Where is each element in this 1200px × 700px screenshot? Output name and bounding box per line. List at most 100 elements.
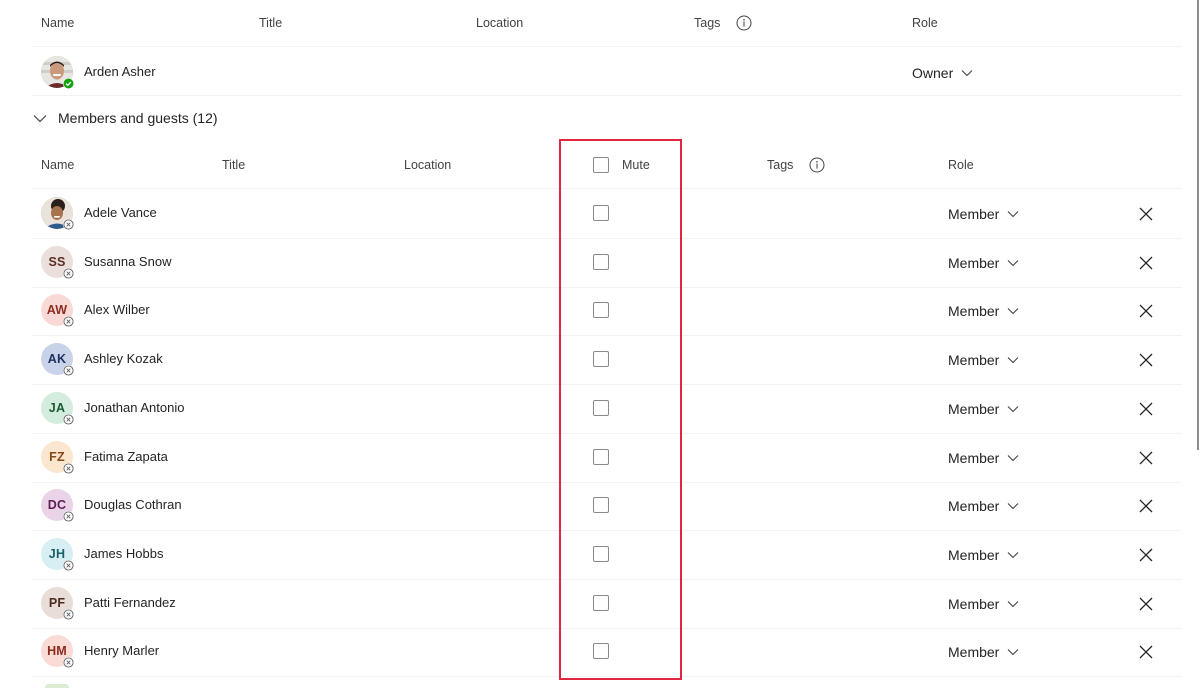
x-circle-icon	[63, 657, 74, 668]
close-icon[interactable]	[1138, 206, 1154, 222]
mute-checkbox[interactable]	[593, 449, 609, 465]
x-circle-icon	[63, 609, 74, 620]
member-name: Douglas Cothran	[84, 497, 182, 512]
divider	[32, 95, 1182, 96]
column-header-location[interactable]: Location	[404, 158, 451, 172]
role-dropdown[interactable]: Member	[948, 498, 1019, 514]
info-icon[interactable]	[809, 157, 825, 173]
close-icon[interactable]	[1138, 547, 1154, 563]
divider	[32, 238, 1182, 239]
mute-column-highlight	[559, 139, 682, 680]
role-dropdown[interactable]: Member	[948, 206, 1019, 222]
mute-checkbox[interactable]	[593, 302, 609, 318]
divider	[32, 628, 1182, 629]
mute-checkbox[interactable]	[593, 400, 609, 416]
x-circle-icon	[63, 463, 74, 474]
member-name: Henry Marler	[84, 643, 160, 658]
column-header-title[interactable]: Title	[259, 16, 282, 30]
info-icon[interactable]	[736, 15, 752, 31]
avatar: JH	[41, 538, 74, 571]
close-icon[interactable]	[1138, 450, 1154, 466]
role-dropdown[interactable]: Member	[948, 596, 1019, 612]
mute-all-checkbox[interactable]	[593, 157, 609, 173]
x-circle-icon	[63, 365, 74, 376]
role-value: Member	[948, 644, 1000, 660]
avatar-initials: SS	[48, 255, 66, 269]
member-name: Fatima Zapata	[84, 449, 168, 464]
avatar-initials: JH	[48, 547, 66, 561]
chevron-down-icon	[1007, 357, 1019, 364]
divider	[32, 46, 1182, 47]
divider	[32, 482, 1182, 483]
close-icon[interactable]	[1138, 401, 1154, 417]
check-circle-icon	[63, 78, 74, 89]
divider	[32, 530, 1182, 531]
close-icon[interactable]	[1138, 596, 1154, 612]
role-dropdown[interactable]: Member	[948, 303, 1019, 319]
mute-checkbox[interactable]	[593, 497, 609, 513]
column-header-title[interactable]: Title	[222, 158, 245, 172]
column-header-role[interactable]: Role	[948, 158, 974, 172]
role-dropdown[interactable]: Member	[948, 255, 1019, 271]
mute-checkbox[interactable]	[593, 546, 609, 562]
member-name: Arden Asher	[84, 64, 156, 79]
x-circle-icon	[63, 511, 74, 522]
member-name: Jonathan Antonio	[84, 400, 185, 415]
column-header-name[interactable]: Name	[41, 158, 74, 172]
avatar-initials: FZ	[49, 450, 65, 464]
column-header-name[interactable]: Name	[41, 16, 74, 30]
role-value: Member	[948, 450, 1000, 466]
avatar: AK	[41, 343, 74, 376]
column-header-mute[interactable]: Mute	[622, 158, 650, 172]
role-value: Member	[948, 303, 1000, 319]
avatar: AW	[41, 294, 74, 327]
role-value: Member	[948, 255, 1000, 271]
scrollbar[interactable]	[1197, 0, 1199, 450]
close-icon[interactable]	[1138, 255, 1154, 271]
role-dropdown[interactable]: Member	[948, 547, 1019, 563]
avatar	[41, 56, 74, 89]
divider	[32, 384, 1182, 385]
mute-checkbox[interactable]	[593, 351, 609, 367]
mute-checkbox[interactable]	[593, 595, 609, 611]
avatar-initials: AW	[46, 303, 68, 317]
role-value: Member	[948, 401, 1000, 417]
avatar: DC	[41, 489, 74, 522]
mute-checkbox[interactable]	[593, 254, 609, 270]
x-circle-icon	[63, 219, 74, 230]
avatar-initials: PF	[48, 596, 66, 610]
role-dropdown[interactable]: Member	[948, 450, 1019, 466]
chevron-down-icon	[33, 114, 47, 122]
mute-checkbox[interactable]	[593, 643, 609, 659]
column-header-tags[interactable]: Tags	[767, 158, 793, 172]
chevron-down-icon	[1007, 260, 1019, 267]
role-dropdown[interactable]: Member	[948, 401, 1019, 417]
role-dropdown[interactable]: Member	[948, 352, 1019, 368]
avatar-partial	[45, 684, 69, 688]
chevron-down-icon	[1007, 455, 1019, 462]
member-name: Ashley Kozak	[84, 351, 163, 366]
close-icon[interactable]	[1138, 352, 1154, 368]
column-header-location[interactable]: Location	[476, 16, 523, 30]
members-section-toggle[interactable]: Members and guests (12)	[33, 110, 218, 126]
role-dropdown[interactable]: Member	[948, 644, 1019, 660]
chevron-down-icon	[1007, 211, 1019, 218]
mute-checkbox[interactable]	[593, 205, 609, 221]
avatar: PF	[41, 587, 74, 620]
avatar: SS	[41, 246, 74, 279]
member-name: Patti Fernandez	[84, 595, 176, 610]
member-name: Adele Vance	[84, 205, 157, 220]
role-dropdown[interactable]: Owner	[912, 65, 973, 81]
column-header-role[interactable]: Role	[912, 16, 938, 30]
x-circle-icon	[63, 316, 74, 327]
close-icon[interactable]	[1138, 644, 1154, 660]
close-icon[interactable]	[1138, 498, 1154, 514]
avatar	[41, 197, 74, 230]
avatar: FZ	[41, 441, 74, 474]
column-header-tags[interactable]: Tags	[694, 16, 720, 30]
role-value: Member	[948, 498, 1000, 514]
close-icon[interactable]	[1138, 303, 1154, 319]
divider	[32, 335, 1182, 336]
chevron-down-icon	[1007, 601, 1019, 608]
x-circle-icon	[63, 560, 74, 571]
